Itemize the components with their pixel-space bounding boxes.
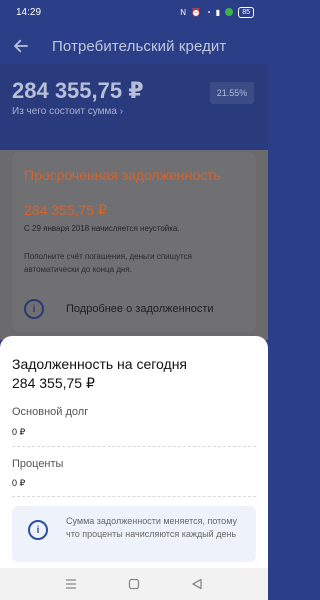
system-nav-bar — [0, 568, 268, 600]
status-bar: 14:29 N ⏰ ◔ ▮ 85 — [0, 0, 268, 24]
app-bar: Потребительский кредит — [0, 28, 268, 64]
overdue-description: Пополните счёт погашения, деньги спишутс… — [24, 252, 192, 274]
alarm-icon: ⏰ — [190, 7, 201, 17]
sheet-amount: 284 355,75 ₽ — [12, 375, 95, 391]
battery-icon: 85 — [238, 6, 254, 18]
info-icon: i — [28, 520, 48, 540]
menu-icon — [66, 579, 77, 589]
signal-icon: ▮ — [215, 7, 221, 17]
overdue-note: С 29 января 2018 начисляется неустойка. — [24, 224, 180, 233]
interest-label: Проценты — [12, 458, 64, 470]
nfc-icon: N — [180, 7, 186, 17]
overdue-title: Просроченная задолженность — [24, 167, 221, 183]
back-arrow-icon[interactable] — [12, 37, 30, 55]
page-title: Потребительский кредит — [52, 37, 227, 55]
sheet-title: Задолженность на сегодня — [12, 356, 188, 372]
total-amount: 284 355,75 ₽ — [12, 78, 144, 103]
charging-icon — [225, 8, 234, 16]
status-icons: N ⏰ ◔ ▮ 85 — [180, 6, 254, 18]
back-nav-button[interactable] — [187, 574, 207, 594]
principal-value: 0 ₽ — [12, 427, 26, 437]
chevron-right-icon: › — [119, 106, 124, 117]
status-time: 14:29 — [16, 6, 42, 18]
overdue-details-label: Подробнее о задолженности — [66, 303, 214, 315]
divider — [12, 446, 256, 447]
debt-bottom-sheet: Задолженность на сегодня 284 355,75 ₽ Ос… — [0, 336, 268, 568]
amount-breakdown-link[interactable]: Из чего состоит сумма › — [12, 106, 123, 117]
interest-value: 0 ₽ — [12, 478, 26, 488]
overdue-details-button[interactable]: i Подробнее о задолженности — [24, 297, 244, 321]
info-box: i Сумма задолженности меняется, потому ч… — [12, 506, 256, 562]
amount-breakdown-label: Из чего состоит сумма — [12, 106, 117, 117]
principal-label: Основной долг — [12, 406, 89, 418]
info-icon: i — [24, 299, 44, 319]
rate-badge: 21.55% — [210, 82, 254, 104]
info-text: Сумма задолженности меняется, потому что… — [66, 516, 237, 539]
back-triangle-icon — [191, 578, 202, 590]
wifi-icon: ◔ — [205, 7, 211, 17]
divider — [12, 496, 256, 497]
home-square-icon — [128, 578, 140, 590]
overdue-amount: 284 355,75 ₽ — [24, 202, 107, 218]
menu-nav-button[interactable] — [61, 574, 81, 594]
home-nav-button[interactable] — [124, 574, 144, 594]
